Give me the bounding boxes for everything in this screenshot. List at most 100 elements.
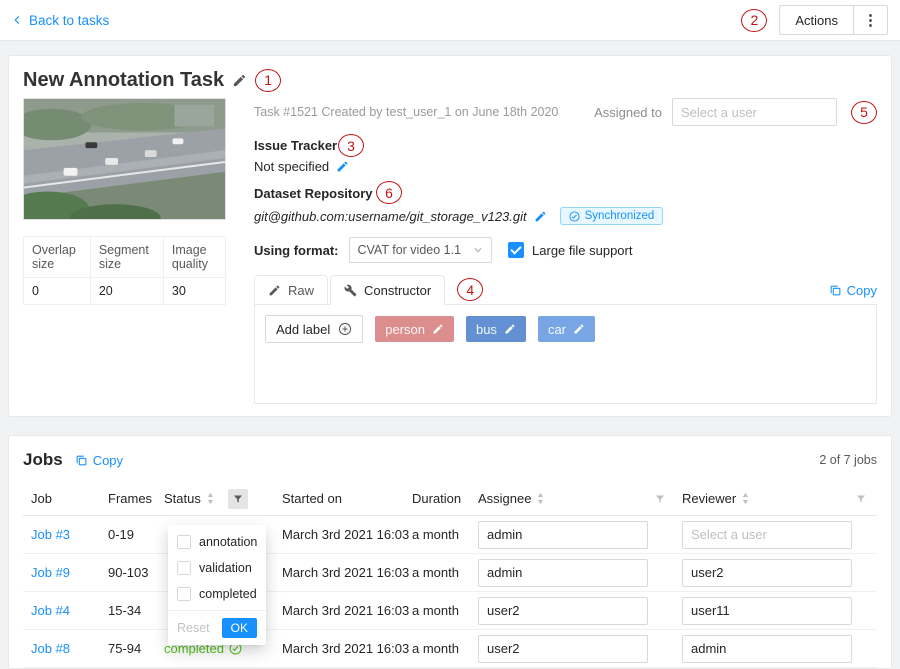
caret-up-icon: ▲ <box>537 492 546 499</box>
jobs-count: 2 of 7 jobs <box>819 453 877 467</box>
format-select[interactable]: CVAT for video 1.1 <box>349 237 493 263</box>
label-pill-bus[interactable]: bus <box>466 316 526 342</box>
label-pill-person[interactable]: person <box>375 316 454 342</box>
issue-tracker-value: Not specified <box>254 159 329 174</box>
row-reviewer-input[interactable] <box>682 597 852 625</box>
edit-task-name-icon[interactable] <box>232 73 247 88</box>
param-value-segment: 20 <box>90 278 163 305</box>
labels-tabs-row: Raw Constructor 4 Copy <box>254 275 877 305</box>
job-link[interactable]: Job #8 <box>31 641 70 656</box>
reviewer-filter-icon[interactable] <box>851 489 871 509</box>
caret-up-icon: ▲ <box>206 492 215 499</box>
add-label-button[interactable]: Add label <box>265 315 363 343</box>
chevron-down-icon <box>473 245 483 255</box>
tab-raw[interactable]: Raw <box>254 275 328 305</box>
edit-label-icon[interactable] <box>573 323 585 335</box>
validation-checkbox[interactable] <box>177 561 191 575</box>
labels-constructor-panel: Add label person bus car <box>254 304 877 404</box>
column-header-duration: Duration <box>412 491 478 506</box>
sort-carets[interactable]: ▲▼ <box>742 492 749 506</box>
task-left-column: Overlap size Segment size Image quality … <box>23 98 228 404</box>
copy-icon <box>75 454 88 467</box>
column-header-assignee[interactable]: Assignee ▲▼ <box>478 489 682 509</box>
filter-option-validation[interactable]: validation <box>168 555 266 581</box>
assignee-input[interactable] <box>672 98 837 126</box>
job-link[interactable]: Job #9 <box>31 565 70 580</box>
column-header-frames: Frames <box>108 491 164 506</box>
assignee-filter-icon[interactable] <box>650 489 670 509</box>
jobs-copy-label: Copy <box>93 453 123 468</box>
edit-label-icon[interactable] <box>432 323 444 335</box>
callout-5: 5 <box>851 101 877 124</box>
page-title: New Annotation Task <box>23 68 224 92</box>
status-filter-icon[interactable] <box>228 489 248 509</box>
frames-cell: 0-19 <box>108 527 164 542</box>
actions-button-group: Actions ⋮ <box>779 5 888 35</box>
task-title-row: New Annotation Task 1 <box>23 68 877 92</box>
annotation-checkbox[interactable] <box>177 535 191 549</box>
sync-status-label: Synchronized <box>585 210 655 222</box>
dataset-repository-url: git@github.com:username/git_storage_v123… <box>254 209 527 224</box>
column-header-status[interactable]: Status ▲▼ annotation validation co <box>164 489 282 509</box>
sort-carets[interactable]: ▲▼ <box>207 492 214 506</box>
callout-4: 4 <box>457 278 483 301</box>
started-on-cell: March 3rd 2021 16:03 <box>282 641 412 656</box>
tab-constructor[interactable]: Constructor <box>330 275 445 305</box>
filter-option-annotation-label: annotation <box>199 535 257 549</box>
row-reviewer-input[interactable] <box>682 559 852 587</box>
caret-up-icon: ▲ <box>741 492 750 499</box>
param-value-overlap: 0 <box>24 278 91 305</box>
pencil-icon <box>268 284 281 297</box>
frames-cell: 75-94 <box>108 641 164 656</box>
add-label-label: Add label <box>276 322 330 337</box>
jobs-header: Jobs Copy 2 of 7 jobs <box>23 448 877 472</box>
row-assignee-input[interactable] <box>478 559 648 587</box>
filter-footer: Reset OK <box>168 610 266 645</box>
back-to-tasks-link[interactable]: Back to tasks <box>12 13 109 28</box>
more-vertical-icon: ⋮ <box>863 11 878 29</box>
tab-constructor-label: Constructor <box>364 283 431 298</box>
row-reviewer-input[interactable] <box>682 521 852 549</box>
caret-down-icon: ▼ <box>206 499 215 506</box>
task-preview-image <box>23 98 226 220</box>
filter-reset-button[interactable]: Reset <box>177 621 210 635</box>
row-assignee-input[interactable] <box>478 635 648 663</box>
table-row: Job #4 15-34 March 3rd 2021 16:03 a mont… <box>23 592 877 630</box>
wrench-icon <box>344 284 357 297</box>
param-value-quality: 30 <box>163 278 225 305</box>
job-link[interactable]: Job #3 <box>31 527 70 542</box>
more-actions-button[interactable]: ⋮ <box>854 5 888 35</box>
large-file-support-checkbox[interactable] <box>508 242 524 258</box>
labels-pill-row: Add label person bus car <box>265 315 866 343</box>
task-body: Overlap size Segment size Image quality … <box>23 98 877 404</box>
row-assignee-input[interactable] <box>478 521 648 549</box>
filter-option-completed[interactable]: completed <box>168 581 266 607</box>
labels-copy-link[interactable]: Copy <box>829 283 877 298</box>
plus-circle-icon <box>338 322 352 336</box>
row-assignee-input[interactable] <box>478 597 648 625</box>
row-reviewer-input[interactable] <box>682 635 852 663</box>
job-link[interactable]: Job #4 <box>31 603 70 618</box>
actions-button[interactable]: Actions <box>779 5 854 35</box>
filter-ok-button[interactable]: OK <box>222 618 257 638</box>
edit-repository-icon[interactable] <box>534 210 547 223</box>
started-on-cell: March 3rd 2021 16:03 <box>282 603 412 618</box>
table-row: Job #3 0-19 March 3rd 2021 16:03 a month <box>23 516 877 554</box>
format-row: Using format: CVAT for video 1.1 Large f… <box>254 237 877 263</box>
column-header-reviewer[interactable]: Reviewer ▲▼ <box>682 489 877 509</box>
callout-3: 3 <box>338 134 364 157</box>
edit-issue-tracker-icon[interactable] <box>336 160 349 173</box>
jobs-copy-link[interactable]: Copy <box>75 453 123 468</box>
label-pill-car[interactable]: car <box>538 316 595 342</box>
issue-tracker-section: Issue Tracker 3 Not specified <box>254 138 877 174</box>
edit-label-icon[interactable] <box>504 323 516 335</box>
filter-option-completed-label: completed <box>199 587 257 601</box>
jobs-table-header: Job Frames Status ▲▼ annotation validati… <box>23 482 877 516</box>
jobs-card: Jobs Copy 2 of 7 jobs Job Frames Status … <box>8 435 892 669</box>
completed-checkbox[interactable] <box>177 587 191 601</box>
labels-copy-label: Copy <box>847 283 877 298</box>
filter-option-annotation[interactable]: annotation <box>168 529 266 555</box>
column-header-job: Job <box>23 491 108 506</box>
jobs-title: Jobs <box>23 450 63 470</box>
sort-carets[interactable]: ▲▼ <box>537 492 544 506</box>
